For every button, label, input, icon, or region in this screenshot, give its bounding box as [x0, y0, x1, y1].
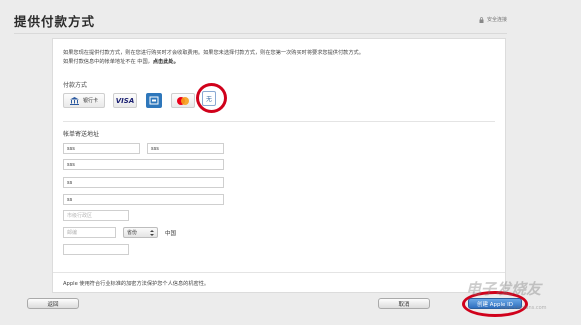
select-arrows-icon: [150, 229, 154, 236]
bank-card-label: 银行卡: [82, 98, 98, 104]
title-divider: [14, 33, 507, 34]
form-panel: 如果您现在提供付款方式，则在您进行购买时才会收取费用。如果您未选择付款方式，则在…: [52, 38, 506, 293]
street-line-3-input[interactable]: [63, 194, 224, 205]
encryption-note: Apple 使用符合行业标准的加密方法保护您个人信息的机密性。: [63, 281, 210, 287]
payment-option-amex[interactable]: [146, 93, 162, 108]
city-input[interactable]: [63, 210, 129, 221]
phone-input[interactable]: [63, 244, 129, 255]
street-line-1-input[interactable]: [63, 159, 224, 170]
mastercard-logo-icon: [177, 96, 189, 105]
payment-divider: [63, 121, 495, 122]
payment-section-title: 付款方式: [63, 82, 88, 89]
click-here-link[interactable]: 点击此处。: [153, 59, 179, 65]
intro-text: 如果您现在提供付款方式，则在您进行购买时才会收取费用。如果您未选择付款方式，则在…: [63, 49, 364, 67]
payment-option-visa[interactable]: VISA: [113, 93, 137, 108]
intro-line-1: 如果您现在提供付款方式，则在您进行购买时才会收取费用。如果您未选择付款方式，则在…: [63, 50, 364, 56]
postal-code-input[interactable]: [63, 227, 116, 238]
intro-line-2-text: 如果付款信息中的帐单地址不在 中国，: [63, 59, 153, 65]
province-select-value: 省份: [127, 230, 138, 236]
watermark-logo: 电子发烧友: [466, 280, 542, 298]
payment-option-bank-card[interactable]: 银行卡: [63, 93, 105, 108]
watermark-url: www.elecfans.com: [500, 305, 547, 311]
page-title: 提供付款方式: [14, 14, 96, 29]
street-line-2-input[interactable]: [63, 177, 224, 188]
amex-logo-icon: [149, 96, 159, 105]
first-name-input[interactable]: [63, 143, 140, 154]
lock-icon: [479, 16, 484, 23]
last-name-input[interactable]: [147, 143, 224, 154]
country-label: 中国: [165, 231, 177, 237]
cancel-button[interactable]: 取消: [378, 298, 430, 309]
payment-option-mastercard[interactable]: [171, 93, 195, 108]
secure-label: 安全连接: [486, 17, 507, 23]
highlight-ring-none-option: [196, 83, 227, 113]
back-button[interactable]: 返回: [27, 298, 79, 309]
footer-divider: [53, 272, 505, 273]
secure-connection: 安全连接: [479, 16, 507, 23]
intro-line-2: 如果付款信息中的帐单地址不在 中国，点击此处。: [63, 58, 364, 67]
province-select[interactable]: 省份: [123, 227, 158, 238]
billing-section-title: 帐单寄送地址: [63, 131, 100, 138]
bank-icon: [69, 96, 79, 105]
